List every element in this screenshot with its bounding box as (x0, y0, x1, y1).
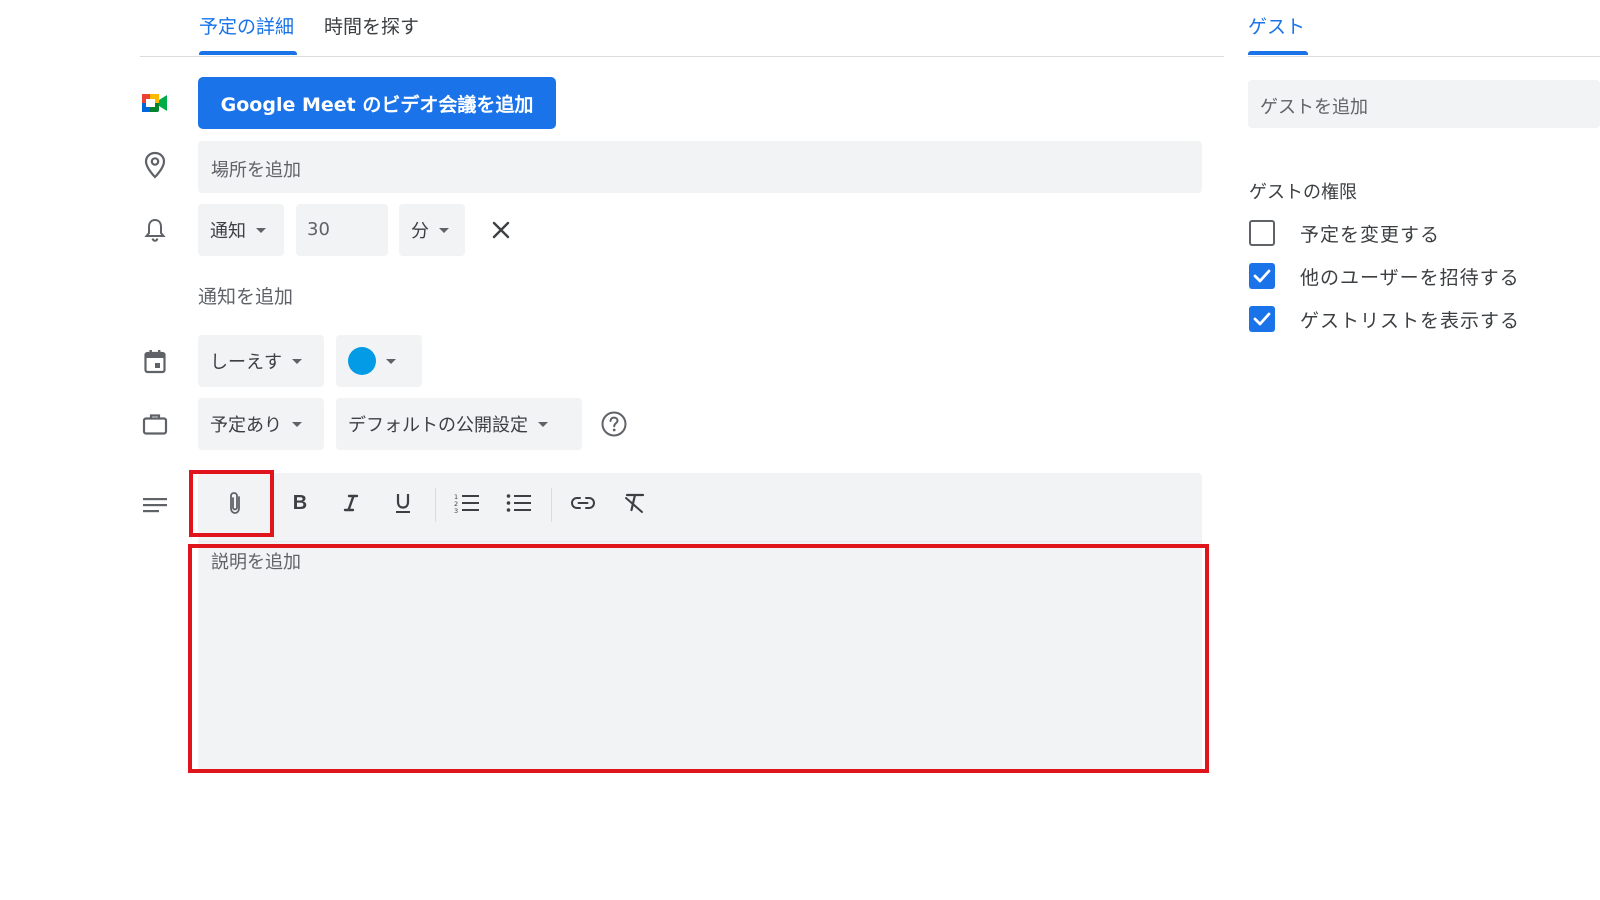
italic-icon[interactable] (335, 486, 367, 520)
permission-invite-others-label: 他のユーザーを招待する (1300, 267, 1520, 289)
availability-dropdown[interactable]: 予定あり (198, 398, 324, 450)
checkmark-icon (1253, 269, 1271, 283)
location-pin-icon (140, 150, 170, 180)
remove-notification-close-icon[interactable] (487, 216, 515, 244)
underline-icon[interactable] (387, 486, 419, 520)
tab-guests[interactable]: ゲスト (1248, 14, 1305, 46)
calendar-icon (140, 346, 170, 376)
toolbar-divider (198, 541, 1202, 542)
chevron-down-icon (386, 358, 396, 364)
permission-invite-others-checkbox[interactable] (1249, 263, 1275, 289)
chevron-down-icon (292, 421, 302, 427)
permission-modify-event-label: 予定を変更する (1300, 224, 1441, 246)
chevron-down-icon (538, 421, 548, 427)
guests-tab-indicator (1248, 51, 1308, 55)
toolbar-separator (435, 488, 436, 522)
notification-type-dropdown[interactable]: 通知 (198, 204, 284, 256)
checkmark-icon (1253, 312, 1271, 326)
guest-permissions-title: ゲストの権限 (1249, 182, 1357, 203)
link-icon[interactable] (567, 486, 599, 520)
tab-find-time[interactable]: 時間を探す (324, 14, 419, 46)
notification-unit-label: 分 (411, 221, 429, 242)
notification-value: 30 (307, 219, 330, 240)
chevron-down-icon (256, 227, 266, 233)
description-icon (140, 490, 170, 520)
color-swatch (348, 347, 376, 375)
tabs-divider (140, 56, 1224, 57)
location-input[interactable]: 場所を追加 (198, 141, 1202, 193)
google-meet-icon (140, 88, 170, 118)
permission-see-guest-list-label: ゲストリストを表示する (1300, 310, 1521, 332)
toolbar-separator (551, 488, 552, 522)
add-notification-link[interactable]: 通知を追加 (198, 282, 293, 309)
help-icon[interactable] (600, 410, 628, 438)
tab-active-indicator (199, 51, 297, 55)
briefcase-icon (140, 409, 170, 439)
bulleted-list-icon[interactable] (503, 486, 535, 520)
event-color-dropdown[interactable] (336, 335, 422, 387)
visibility-label: デフォルトの公開設定 (348, 415, 528, 436)
location-placeholder: 場所を追加 (211, 160, 301, 181)
bold-icon[interactable]: B (284, 486, 316, 520)
calendar-name: しーえす (210, 352, 282, 373)
notification-unit-dropdown[interactable]: 分 (399, 204, 465, 256)
bell-icon (140, 215, 170, 245)
permission-modify-event-checkbox[interactable] (1249, 220, 1275, 246)
clear-formatting-icon[interactable] (619, 486, 651, 520)
highlight-box-attachment (189, 470, 274, 537)
highlight-box-description (188, 544, 1209, 773)
chevron-down-icon (292, 358, 302, 364)
add-guests-input[interactable]: ゲストを追加 (1248, 80, 1600, 128)
add-guests-placeholder: ゲストを追加 (1260, 97, 1368, 118)
numbered-list-icon[interactable]: 1 2 3 (451, 486, 483, 520)
add-google-meet-button[interactable]: Google Meet のビデオ会議を追加 (198, 77, 556, 129)
availability-status: 予定あり (210, 415, 282, 436)
notification-value-input[interactable]: 30 (296, 204, 388, 256)
svg-text:3: 3 (454, 507, 458, 514)
guests-divider (1248, 56, 1600, 57)
visibility-dropdown[interactable]: デフォルトの公開設定 (336, 398, 582, 450)
permission-see-guest-list-checkbox[interactable] (1249, 306, 1275, 332)
notification-type-label: 通知 (210, 221, 246, 242)
tab-event-details[interactable]: 予定の詳細 (199, 14, 294, 46)
calendar-select-dropdown[interactable]: しーえす (198, 335, 324, 387)
chevron-down-icon (439, 227, 449, 233)
